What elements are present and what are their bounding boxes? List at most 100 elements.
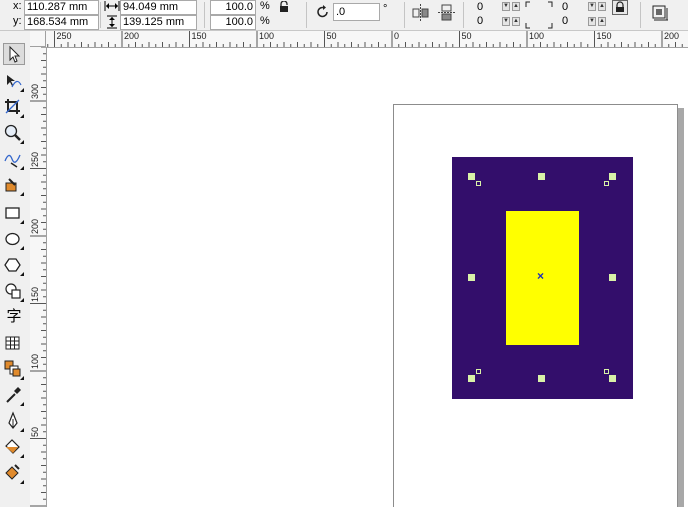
basic-shapes-tool[interactable] xyxy=(3,281,25,303)
interactive-fill-tool[interactable] xyxy=(3,463,25,485)
percent-y-label: % xyxy=(260,15,270,27)
separator xyxy=(463,2,464,28)
lock-ratio-icon[interactable] xyxy=(279,1,289,13)
corner-node-bottom-left[interactable] xyxy=(476,369,481,374)
table-tool-icon xyxy=(5,336,20,350)
rotation-field[interactable]: .0 xyxy=(333,3,380,21)
vertical-ruler-label: 100 xyxy=(30,353,40,369)
rotation-center-icon[interactable]: × xyxy=(537,270,544,282)
outline-tool[interactable] xyxy=(3,411,25,433)
flyout-indicator xyxy=(20,272,24,276)
separator xyxy=(306,2,307,28)
corner-bottom-left-up-icon[interactable]: ▲ xyxy=(512,17,520,26)
freehand-tool[interactable] xyxy=(3,149,25,171)
table-tool[interactable] xyxy=(3,333,25,355)
horizontal-ruler-label: 50 xyxy=(326,31,337,41)
vertical-ruler-label: 50 xyxy=(30,426,40,437)
corner-top-left-field[interactable]: 0 xyxy=(477,1,483,14)
horizontal-ruler[interactable]: 250 200 150 100 50 0 50 100 150 200 xyxy=(46,31,688,48)
flyout-indicator xyxy=(20,166,24,170)
mirror-vertical-icon[interactable] xyxy=(438,4,455,21)
x-position-field[interactable]: 110.287 mm xyxy=(24,0,99,15)
fill-tool[interactable] xyxy=(3,437,25,459)
ruler-origin-corner[interactable] xyxy=(30,31,46,47)
horizontal-ruler-label: 200 xyxy=(664,31,680,41)
selection-handle-top-center[interactable] xyxy=(538,173,545,180)
separator xyxy=(640,2,641,28)
property-bar: x: 110.287 mm y: 168.534 mm 94.049 mm 13… xyxy=(0,0,688,31)
y-label: y: xyxy=(13,15,22,27)
flyout-indicator xyxy=(20,402,24,406)
vertical-ruler-ticks xyxy=(30,47,46,507)
crop-tool[interactable] xyxy=(3,97,25,119)
flyout-indicator xyxy=(20,114,24,118)
wrap-paragraph-icon[interactable] xyxy=(652,5,670,23)
corner-lock-icon[interactable] xyxy=(612,0,628,15)
polygon-tool[interactable] xyxy=(3,255,25,277)
corner-bottom-left-field[interactable]: 0 xyxy=(477,15,483,28)
corner-top-right-down-icon[interactable]: ▼ xyxy=(588,2,596,11)
selection-handle-top-left[interactable] xyxy=(468,173,475,180)
selection-handle-middle-right[interactable] xyxy=(609,274,616,281)
text-tool[interactable]: 字 xyxy=(3,305,25,327)
corner-bracket-right-icon xyxy=(548,1,553,29)
scale-y-field[interactable]: 100.0 xyxy=(210,15,256,30)
vertical-ruler-label: 250 xyxy=(30,151,40,167)
horizontal-ruler-ticks xyxy=(47,31,683,47)
corner-bracket-icon xyxy=(525,1,530,29)
smart-fill-tool[interactable] xyxy=(3,175,25,197)
flyout-indicator xyxy=(20,480,24,484)
eyedropper-tool[interactable] xyxy=(3,385,25,407)
toolbox: 字 xyxy=(0,31,31,507)
ellipse-tool[interactable] xyxy=(3,229,25,251)
corner-top-right-up-icon[interactable]: ▲ xyxy=(598,2,606,11)
y-position-field[interactable]: 168.534 mm xyxy=(24,15,99,30)
percent-x-label: % xyxy=(260,0,270,12)
corner-bottom-right-up-icon[interactable]: ▲ xyxy=(598,17,606,26)
width-field[interactable]: 94.049 mm xyxy=(120,0,197,15)
degree-label: ° xyxy=(383,3,388,15)
corner-bottom-right-field[interactable]: 0 xyxy=(562,15,568,28)
corner-node-top-right[interactable] xyxy=(604,181,609,186)
mirror-horizontal-icon[interactable] xyxy=(412,4,429,21)
flyout-indicator xyxy=(20,298,24,302)
width-icon xyxy=(104,1,120,11)
selection-handle-top-right[interactable] xyxy=(609,173,616,180)
pick-tool-icon xyxy=(9,45,21,63)
flyout-indicator xyxy=(20,140,24,144)
selection-handle-bottom-right[interactable] xyxy=(609,375,616,382)
horizontal-ruler-label: 200 xyxy=(124,31,140,41)
flyout-indicator xyxy=(20,246,24,250)
corner-node-top-left[interactable] xyxy=(476,181,481,186)
corner-top-left-up-icon[interactable]: ▲ xyxy=(512,2,520,11)
horizontal-ruler-label: 250 xyxy=(56,31,72,41)
flyout-indicator xyxy=(20,454,24,458)
corner-bottom-right-down-icon[interactable]: ▼ xyxy=(588,17,596,26)
flyout-indicator xyxy=(20,376,24,380)
shape-tool[interactable] xyxy=(3,71,25,93)
selection-handle-middle-left[interactable] xyxy=(468,274,475,281)
x-label: x: xyxy=(13,0,22,12)
page-shadow xyxy=(678,108,684,507)
selection-handle-bottom-left[interactable] xyxy=(468,375,475,382)
pick-tool[interactable] xyxy=(3,43,25,65)
vertical-ruler-label: 200 xyxy=(30,218,40,234)
selection-handle-bottom-center[interactable] xyxy=(538,375,545,382)
vertical-ruler[interactable]: 300 250 200 150 100 50 xyxy=(30,47,47,507)
rotate-icon xyxy=(317,5,328,18)
horizontal-ruler-label: 100 xyxy=(259,31,275,41)
zoom-tool[interactable] xyxy=(3,123,25,145)
corner-node-bottom-right[interactable] xyxy=(604,369,609,374)
height-field[interactable]: 139.125 mm xyxy=(120,15,197,30)
scale-x-field[interactable]: 100.0 xyxy=(210,0,256,15)
height-icon xyxy=(107,15,117,29)
rectangle-tool[interactable] xyxy=(3,203,25,225)
corner-top-right-field[interactable]: 0 xyxy=(562,1,568,14)
interactive-tool[interactable] xyxy=(3,359,25,381)
corner-bottom-left-down-icon[interactable]: ▼ xyxy=(502,17,510,26)
flyout-indicator xyxy=(20,88,24,92)
corner-top-left-down-icon[interactable]: ▼ xyxy=(502,2,510,11)
vertical-ruler-label: 150 xyxy=(30,286,40,302)
separator xyxy=(100,2,101,28)
vertical-ruler-label: 300 xyxy=(30,83,40,99)
